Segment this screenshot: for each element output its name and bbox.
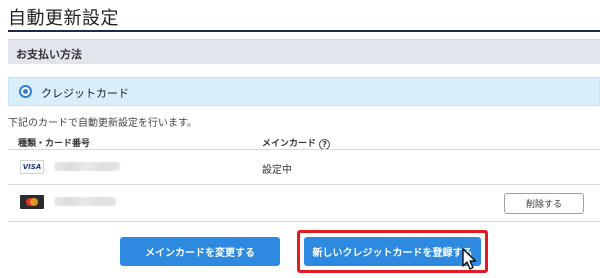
credit-card-label: クレジットカード: [41, 87, 129, 100]
delete-card-button[interactable]: 削除する: [504, 193, 584, 214]
page-title: 自動更新設定: [8, 8, 119, 29]
column-header-main-card: メインカード?: [262, 136, 331, 150]
radio-selected-dot: [23, 89, 28, 94]
table-row: VISA 設定中: [8, 149, 600, 185]
table-row: 削除する: [8, 184, 600, 220]
credit-card-radio[interactable]: [19, 85, 32, 98]
main-card-status: 設定中: [262, 165, 292, 176]
change-main-card-button[interactable]: メインカードを変更する: [120, 237, 280, 266]
auto-renew-description: 下記のカードで自動更新設定を行います。: [8, 118, 197, 129]
payment-method-option[interactable]: クレジットカード: [8, 77, 600, 106]
title-divider: [8, 30, 600, 32]
table-divider: [8, 221, 600, 222]
payment-section-header: お支払い方法: [8, 39, 600, 64]
masked-card-number: [54, 162, 120, 171]
column-header-card-type: 種類・カード番号: [18, 139, 91, 149]
register-new-card-button[interactable]: 新しいクレジットカードを登録する: [304, 237, 481, 266]
column-header-main-card-label: メインカード: [262, 139, 317, 149]
masked-card-number: [54, 197, 116, 206]
payment-section-title: お支払い方法: [16, 48, 82, 61]
visa-logo: VISA: [20, 160, 44, 174]
mastercard-logo: [20, 195, 44, 209]
mouse-pointer-icon: [462, 248, 477, 270]
